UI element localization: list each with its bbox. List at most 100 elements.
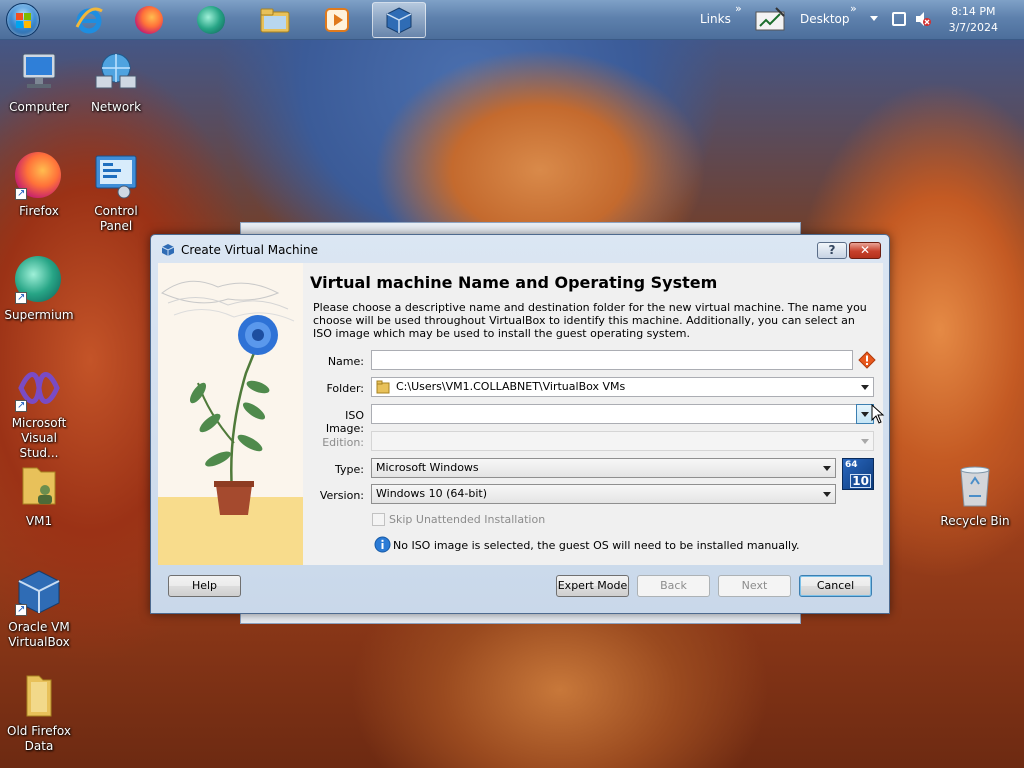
chevron-down-icon — [823, 492, 831, 497]
os-badge-bits: 64 — [845, 460, 858, 470]
wizard-description: Please choose a descriptive name and des… — [313, 301, 867, 340]
computer-icon — [15, 48, 63, 96]
desktop-icon-firefox[interactable]: Firefox — [0, 152, 78, 219]
desktop-icon-label: Firefox — [19, 204, 59, 218]
volume-muted-icon[interactable] — [914, 11, 932, 27]
links-toolbar-label[interactable]: Links — [700, 12, 731, 26]
type-value: Microsoft Windows — [376, 461, 479, 474]
desktop-icon-label: Control Panel — [94, 204, 138, 233]
close-icon: ✕ — [859, 243, 871, 257]
visual-studio-icon — [15, 364, 63, 413]
network-icon — [92, 48, 140, 96]
desktop-icon-computer[interactable]: Computer — [0, 48, 78, 115]
desktop-icon-vm1[interactable]: VM1 — [0, 462, 78, 529]
version-label: Version: — [319, 489, 364, 502]
desktop-icon-label: Old Firefox Data — [7, 724, 71, 753]
supermium-icon — [15, 256, 63, 305]
os-badge-version: 10 — [850, 474, 871, 488]
desktop-icon-recycle-bin[interactable]: Recycle Bin — [936, 462, 1014, 529]
warning-icon — [858, 351, 876, 369]
desktop-icon-supermium[interactable]: Supermium — [0, 256, 78, 323]
folder-icon — [15, 672, 63, 720]
network-tray-icon[interactable] — [892, 12, 906, 26]
desktop-icon-label: Microsoft Visual Stud... — [11, 416, 67, 460]
create-vm-dialog: Create Virtual Machine ? ✕ Virtual machi… — [150, 234, 890, 614]
taskbar-media-player[interactable] — [310, 2, 364, 38]
supermium-icon — [197, 6, 225, 34]
taskbar-supermium[interactable] — [184, 2, 238, 38]
virtualbox-icon — [15, 568, 63, 617]
wizard-illustration — [158, 263, 303, 565]
desktop-chevron[interactable]: » — [850, 2, 857, 15]
chevron-down-icon — [861, 439, 869, 444]
desktop-icon-visual-studio[interactable]: Microsoft Visual Stud... — [0, 364, 78, 461]
wizard-heading: Virtual machine Name and Operating Syste… — [310, 273, 718, 292]
name-input[interactable] — [371, 350, 853, 370]
taskbar-clock[interactable]: 8:14 PM 3/7/2024 — [949, 4, 998, 36]
control-panel-icon — [92, 152, 140, 200]
desktop-icon-control-panel[interactable]: Control Panel — [77, 152, 155, 234]
user-folder-icon — [15, 462, 63, 510]
clock-time: 8:14 PM — [951, 5, 996, 18]
windows-logo-icon — [16, 13, 32, 29]
desktop-icon-label: Oracle VM VirtualBox — [8, 620, 70, 649]
help-icon: ? — [828, 243, 836, 257]
desktop-toolbar-label[interactable]: Desktop — [800, 12, 850, 26]
windows-10-os-icon: 64 10 — [842, 458, 874, 490]
desktop-icon-network[interactable]: Network — [77, 48, 155, 115]
back-button[interactable]: Back — [637, 575, 710, 597]
info-message: No ISO image is selected, the guest OS w… — [393, 539, 800, 552]
folder-value: C:\Users\VM1.COLLABNET\VirtualBox VMs — [396, 380, 626, 393]
title-help-button[interactable]: ? — [817, 242, 847, 259]
chevron-down-icon — [861, 412, 869, 417]
folder-select[interactable]: C:\Users\VM1.COLLABNET\VirtualBox VMs — [371, 377, 874, 397]
desktop-icon-old-firefox-data[interactable]: Old Firefox Data — [0, 672, 78, 754]
mouse-cursor-icon — [871, 404, 885, 424]
dialog-title: Create Virtual Machine — [181, 243, 318, 257]
folder-icon — [376, 380, 390, 394]
desktop-icon-label: Supermium — [4, 308, 74, 322]
virtualbox-icon — [386, 7, 412, 34]
firefox-icon — [15, 152, 63, 201]
media-player-icon — [325, 8, 349, 32]
virtualbox-icon — [161, 244, 175, 256]
internet-explorer-icon — [75, 7, 103, 34]
version-select[interactable]: Windows 10 (64-bit) — [371, 484, 836, 504]
skip-unattended-checkbox[interactable] — [372, 513, 385, 526]
edition-select[interactable] — [371, 431, 874, 451]
desktop-icon-label: Computer — [9, 100, 69, 114]
taskbar-internet-explorer[interactable] — [62, 2, 116, 38]
iso-image-select[interactable] — [371, 404, 874, 424]
expert-mode-button[interactable]: Expert Mode — [556, 575, 629, 597]
clock-date: 3/7/2024 — [948, 21, 998, 34]
dialog-client: Virtual machine Name and Operating Syste… — [158, 263, 883, 565]
name-label: Name: — [327, 355, 364, 368]
dialog-titlebar[interactable]: Create Virtual Machine ? ✕ — [151, 235, 889, 263]
links-chevron[interactable]: » — [735, 2, 742, 15]
info-icon — [374, 536, 391, 553]
title-close-button[interactable]: ✕ — [849, 242, 881, 259]
recycle-bin-icon — [951, 462, 999, 510]
desktop-icon-virtualbox[interactable]: Oracle VM VirtualBox — [0, 568, 78, 650]
tray-expand-icon[interactable] — [870, 16, 878, 21]
chevron-down-icon — [823, 466, 831, 471]
desktop-icon-label: Network — [90, 100, 142, 114]
folder-label: Folder: — [326, 382, 364, 395]
type-label: Type: — [335, 463, 364, 476]
next-button[interactable]: Next — [718, 575, 791, 597]
edition-label: Edition: — [322, 436, 364, 449]
skip-unattended-label: Skip Unattended Installation — [389, 513, 546, 526]
taskbar-file-explorer[interactable] — [248, 2, 302, 38]
desktop-icon-label: VM1 — [25, 514, 53, 528]
start-button[interactable] — [6, 3, 40, 37]
type-select[interactable]: Microsoft Windows — [371, 458, 836, 478]
pen-tablet-icon[interactable] — [754, 6, 786, 34]
taskbar-virtualbox[interactable] — [372, 2, 426, 38]
version-value: Windows 10 (64-bit) — [376, 487, 487, 500]
cancel-button[interactable]: Cancel — [799, 575, 872, 597]
chevron-down-icon — [861, 385, 869, 390]
taskbar: Links » Desktop » 8:14 PM 3/7/2024 — [0, 0, 1024, 40]
taskbar-firefox[interactable] — [122, 2, 176, 38]
flower-illustration — [158, 280, 303, 565]
help-button[interactable]: Help — [168, 575, 241, 597]
